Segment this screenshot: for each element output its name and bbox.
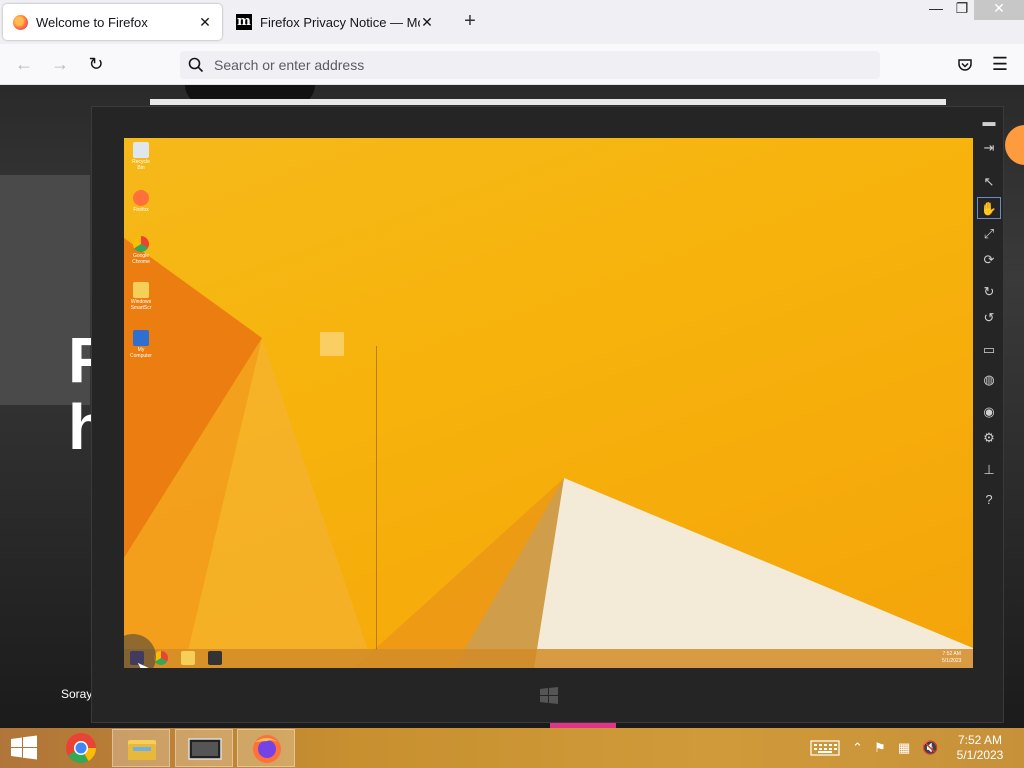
clock-time: 7:52 AM: [957, 733, 1003, 747]
address-placeholder: Search or enter address: [214, 57, 365, 73]
decorative-orange-shape: [1005, 125, 1024, 165]
app-menu-button[interactable]: ☰: [987, 52, 1013, 78]
hand-icon[interactable]: ✋: [977, 197, 1001, 219]
browser-tab-bar: Welcome to Firefox ✕ m Firefox Privacy N…: [0, 0, 1024, 44]
windows-logo-icon: [11, 735, 37, 760]
desktop-icon-chrome[interactable]: Google Chrome: [130, 236, 152, 265]
taskbar-clock[interactable]: 7:52 AM 5/1/2023: [945, 733, 1015, 763]
user-tile-icon: [320, 332, 344, 356]
chrome-icon[interactable]: [154, 651, 168, 665]
taskbar-file-explorer[interactable]: [112, 729, 170, 767]
pointer-icon[interactable]: ↖: [977, 171, 1001, 193]
back-button[interactable]: ←: [11, 52, 37, 78]
windows-logo-icon[interactable]: [538, 685, 560, 707]
firefox-icon: [253, 735, 281, 763]
close-tab-icon[interactable]: ✕: [420, 14, 434, 31]
minimize-icon[interactable]: ▬: [977, 111, 1001, 133]
window-maximize-button[interactable]: ❐: [947, 0, 977, 20]
close-tab-icon[interactable]: ✕: [198, 14, 212, 31]
tab-firefox-privacy-notice[interactable]: m Firefox Privacy Notice — Mozilla ✕: [226, 4, 444, 40]
firefox-icon: [13, 14, 28, 30]
chrome-icon: [66, 733, 96, 764]
mouse-cursor-icon: ➤: [136, 658, 149, 668]
windows-taskbar: ⌃ ⚑ ▦ 🔇 7:52 AM 5/1/2023: [0, 728, 1024, 768]
remote-taskbar: 7:52 AM 5/1/2023: [124, 649, 973, 668]
rotate-cw-icon[interactable]: ↻: [977, 281, 1001, 303]
desktop-icon-my-computer[interactable]: My Computer: [130, 330, 152, 359]
show-hidden-icons-icon[interactable]: ⌃: [852, 740, 863, 756]
divider-line: [376, 346, 377, 650]
navigation-toolbar: ← → ↻ Search or enter address ☰: [0, 44, 1024, 85]
monitor-icon[interactable]: ▭: [977, 339, 1001, 361]
tab-title: Firefox Privacy Notice — Mozilla: [260, 14, 420, 30]
remote-desktop-toolbar: ▬ ⇥ ↖ ✋ ⤢ ⟳ ↻ ↺ ▭ ◍ ◉ ⚙ ⊥ ?: [975, 111, 1003, 511]
action-center-flag-icon[interactable]: ⚑: [874, 740, 886, 756]
desktop-icon-folder[interactable]: Windows SmartScr: [130, 282, 152, 311]
remote-clock: 7:52 AM 5/1/2023: [942, 651, 962, 664]
gear-icon[interactable]: ⚙: [977, 427, 1001, 449]
taskbar-chrome[interactable]: [52, 729, 110, 767]
taskbar-firefox[interactable]: [237, 729, 295, 767]
pocket-icon: [958, 59, 972, 71]
scroll-icon[interactable]: ⟳: [977, 249, 1001, 271]
address-bar[interactable]: Search or enter address: [180, 51, 880, 79]
desktop-icon-recycle-bin[interactable]: Recycle Bin: [130, 142, 152, 171]
chrome-icon: [133, 236, 149, 252]
computer-icon: [133, 330, 149, 346]
window-close-button[interactable]: ✕: [974, 0, 1024, 20]
zoom-icon[interactable]: ⤢: [977, 223, 1001, 245]
remote-desktop-window: Recycle Bin Firefox Google Chrome Window…: [91, 106, 1004, 723]
folder-icon: [128, 740, 156, 760]
pin-icon[interactable]: ⇥: [977, 137, 1001, 159]
desktop-icon-firefox[interactable]: Firefox: [130, 190, 152, 213]
globe-icon[interactable]: ◍: [977, 369, 1001, 391]
help-icon[interactable]: ?: [977, 489, 1001, 511]
start-button[interactable]: [0, 728, 48, 768]
remote-desktop-icon[interactable]: [208, 651, 222, 665]
photo-caption: Soray: [61, 687, 93, 701]
background-photo-shape: [150, 99, 946, 105]
camera-icon[interactable]: ◉: [977, 401, 1001, 423]
volume-muted-icon[interactable]: 🔇: [922, 740, 938, 756]
rotate-ccw-icon[interactable]: ↺: [977, 307, 1001, 329]
keyboard-icon[interactable]: [810, 740, 840, 756]
search-icon: [188, 57, 204, 73]
remote-desktop-screen[interactable]: Recycle Bin Firefox Google Chrome Window…: [124, 138, 973, 668]
reload-button[interactable]: ↻: [83, 52, 109, 78]
network-icon[interactable]: ▦: [898, 740, 910, 756]
recycle-bin-icon: [133, 142, 149, 158]
tab-welcome-to-firefox[interactable]: Welcome to Firefox ✕: [3, 4, 222, 40]
clock-date: 5/1/2023: [956, 748, 1004, 762]
taskbar-remote-desktop[interactable]: [175, 729, 233, 767]
firefox-icon: [133, 190, 149, 206]
new-tab-button[interactable]: +: [458, 10, 482, 34]
wallpaper-shapes: [124, 238, 973, 668]
mozilla-m-icon: m: [236, 14, 252, 30]
remote-desktop-icon: [188, 738, 222, 760]
tab-title: Welcome to Firefox: [36, 14, 148, 30]
folder-icon[interactable]: [181, 651, 195, 665]
pocket-button[interactable]: [952, 52, 978, 78]
forward-button[interactable]: →: [47, 52, 73, 78]
connect-icon[interactable]: ⊥: [977, 459, 1001, 481]
folder-icon: [133, 282, 149, 298]
